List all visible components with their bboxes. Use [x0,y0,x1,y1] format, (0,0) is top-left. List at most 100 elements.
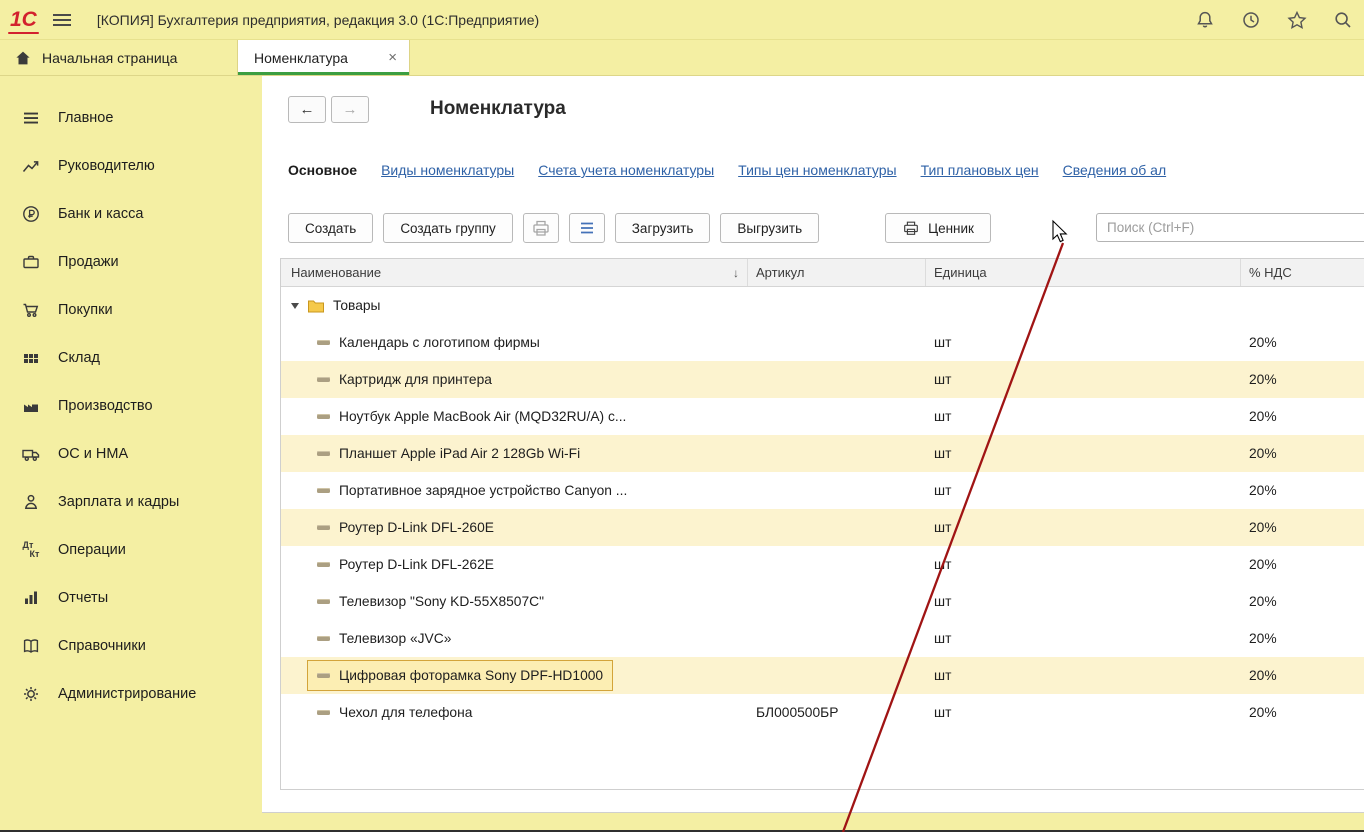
cell-vat: 20% [1241,398,1364,435]
nomenclature-table: Наименование ↓ Артикул Единица % НДС Тов… [280,258,1364,790]
cell-unit: шт [926,583,1241,620]
favorites-star-icon[interactable] [1286,9,1308,31]
cell-unit [926,287,1241,324]
create-button[interactable]: Создать [288,213,373,243]
history-clock-icon[interactable] [1240,9,1262,31]
top-right-icons [1194,9,1354,31]
nav-link-main[interactable]: Основное [288,162,357,178]
tab-home-page[interactable]: Начальная страница [0,40,238,75]
list-settings-button[interactable] [569,213,605,243]
notifications-bell-icon[interactable] [1194,9,1216,31]
nav-link-alcohol-info[interactable]: Сведения об ал [1063,162,1167,178]
grid-icon [20,347,42,369]
bar-chart-icon [20,587,42,609]
item-icon [317,414,330,419]
print-button[interactable] [523,213,559,243]
cell-unit: шт [926,398,1241,435]
main-content: ← → Номенклатура Основное Виды номенклат… [262,76,1364,812]
table-row[interactable]: Планшет Apple iPad Air 2 128Gb Wi-Fi шт … [281,435,1364,472]
tab-nomenclature[interactable]: Номенклатура × [238,40,410,75]
cell-article [748,472,926,509]
main-menu-icon[interactable] [53,14,71,26]
app-logo-1c: 1С [10,9,37,30]
column-header-unit[interactable]: Единица [926,259,1241,286]
cell-vat: 20% [1241,620,1364,657]
table-row-selected[interactable]: Цифровая фоторамка Sony DPF-HD1000 шт 20… [281,657,1364,694]
item-icon [317,488,330,493]
table-row[interactable]: Телевизор «JVC» шт 20% [281,620,1364,657]
table-row[interactable]: Картридж для принтера шт 20% [281,361,1364,398]
sidebar-item-purchases[interactable]: Покупки [0,286,262,334]
forward-button[interactable]: → [331,96,369,123]
sidebar-item-bank-cash[interactable]: Банк и касса [0,190,262,238]
cell-article: БЛ000500БР [748,694,926,731]
folder-icon [307,298,325,314]
cell-vat [1241,287,1364,324]
create-group-button[interactable]: Создать группу [383,213,512,243]
unload-button[interactable]: Выгрузить [720,213,819,243]
factory-icon [20,395,42,417]
sidebar-item-reports[interactable]: Отчеты [0,574,262,622]
search-input[interactable] [1096,213,1364,242]
item-icon [317,451,330,456]
cell-article [748,546,926,583]
item-icon [317,710,330,715]
column-header-vat[interactable]: % НДС [1241,259,1364,286]
sidebar-item-salary-hr[interactable]: Зарплата и кадры [0,478,262,526]
nav-link-accounting-accounts[interactable]: Счета учета номенклатуры [538,162,714,178]
cell-unit: шт [926,620,1241,657]
cell-unit: шт [926,472,1241,509]
person-icon [20,491,42,513]
cell-article [748,398,926,435]
tab-close-icon[interactable]: × [388,50,397,65]
cell-article [748,324,926,361]
sidebar-item-sales[interactable]: Продажи [0,238,262,286]
nav-link-item-kinds[interactable]: Виды номенклатуры [381,162,514,178]
cell-article [748,583,926,620]
cell-article [748,657,926,694]
group-row-goods[interactable]: Товары [281,287,1364,324]
column-header-name[interactable]: Наименование ↓ [281,259,748,286]
sidebar-item-fixed-assets[interactable]: ОС и НМА [0,430,262,478]
load-button[interactable]: Загрузить [615,213,711,243]
nav-link-price-types[interactable]: Типы цен номенклатуры [738,162,896,178]
cell-unit: шт [926,435,1241,472]
price-tag-label: Ценник [928,221,974,236]
section-nav-links: Основное Виды номенклатуры Счета учета н… [288,162,1364,178]
table-row[interactable]: Календарь с логотипом фирмы шт 20% [281,324,1364,361]
list-lines-icon [577,218,597,238]
cell-vat: 20% [1241,472,1364,509]
ruble-circle-icon [20,203,42,225]
gear-icon [20,683,42,705]
tab-bar: Начальная страница Номенклатура × [0,40,1364,76]
table-row[interactable]: Чехол для телефона БЛ000500БР шт 20% [281,694,1364,731]
sidebar-item-production[interactable]: Производство [0,382,262,430]
debit-credit-icon: ДтКт [20,539,42,561]
cell-unit: шт [926,546,1241,583]
sidebar-item-main[interactable]: Главное [0,94,262,142]
item-icon [317,562,330,567]
table-row[interactable]: Роутер D-Link DFL-262E шт 20% [281,546,1364,583]
sidebar-item-manager[interactable]: Руководителю [0,142,262,190]
sidebar-item-directories[interactable]: Справочники [0,622,262,670]
cell-vat: 20% [1241,657,1364,694]
list-toolbar: Создать Создать группу Загрузить Выгрузи… [288,212,1364,244]
table-row[interactable]: Ноутбук Apple MacBook Air (MQD32RU/A) с.… [281,398,1364,435]
sidebar-item-operations[interactable]: ДтКт Операции [0,526,262,574]
section-sidebar: Главное Руководителю Банк и касса Продаж… [0,76,262,812]
nav-link-planned-price-type[interactable]: Тип плановых цен [921,162,1039,178]
expand-triangle-icon[interactable] [291,303,299,309]
column-header-article[interactable]: Артикул [748,259,926,286]
table-row[interactable]: Портативное зарядное устройство Canyon .… [281,472,1364,509]
price-tag-button[interactable]: Ценник [885,213,991,243]
sort-descending-icon[interactable]: ↓ [733,266,739,280]
back-button[interactable]: ← [288,96,326,123]
cell-unit: шт [926,657,1241,694]
table-row[interactable]: Телевизор "Sony KD-55X8507C" шт 20% [281,583,1364,620]
cell-unit: шт [926,361,1241,398]
item-icon [317,340,330,345]
table-row[interactable]: Роутер D-Link DFL-260E шт 20% [281,509,1364,546]
sidebar-item-warehouse[interactable]: Склад [0,334,262,382]
sidebar-item-administration[interactable]: Администрирование [0,670,262,718]
global-search-icon[interactable] [1332,9,1354,31]
